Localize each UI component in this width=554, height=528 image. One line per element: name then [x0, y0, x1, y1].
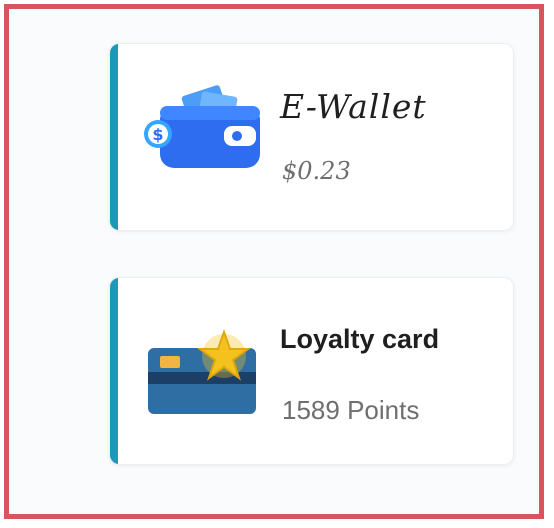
- svg-text:$: $: [152, 125, 163, 144]
- loyalty-title: Loyalty card: [280, 324, 440, 354]
- wallet-icon: $: [142, 84, 262, 184]
- card-accent-bar: [110, 278, 118, 464]
- loyalty-card[interactable]: Loyalty card 1589 Points: [109, 277, 514, 465]
- ewallet-title: E-Wallet: [280, 87, 427, 126]
- loyalty-points: 1589 Points: [282, 395, 420, 425]
- ewallet-card[interactable]: $ E-Wallet $0.23: [109, 43, 514, 231]
- ewallet-balance: $0.23: [282, 157, 351, 185]
- card-accent-bar: [110, 44, 118, 230]
- payment-methods-panel: $ E-Wallet $0.23 Loyalty card 1589 Point…: [4, 4, 544, 519]
- loyalty-card-icon: [142, 320, 262, 420]
